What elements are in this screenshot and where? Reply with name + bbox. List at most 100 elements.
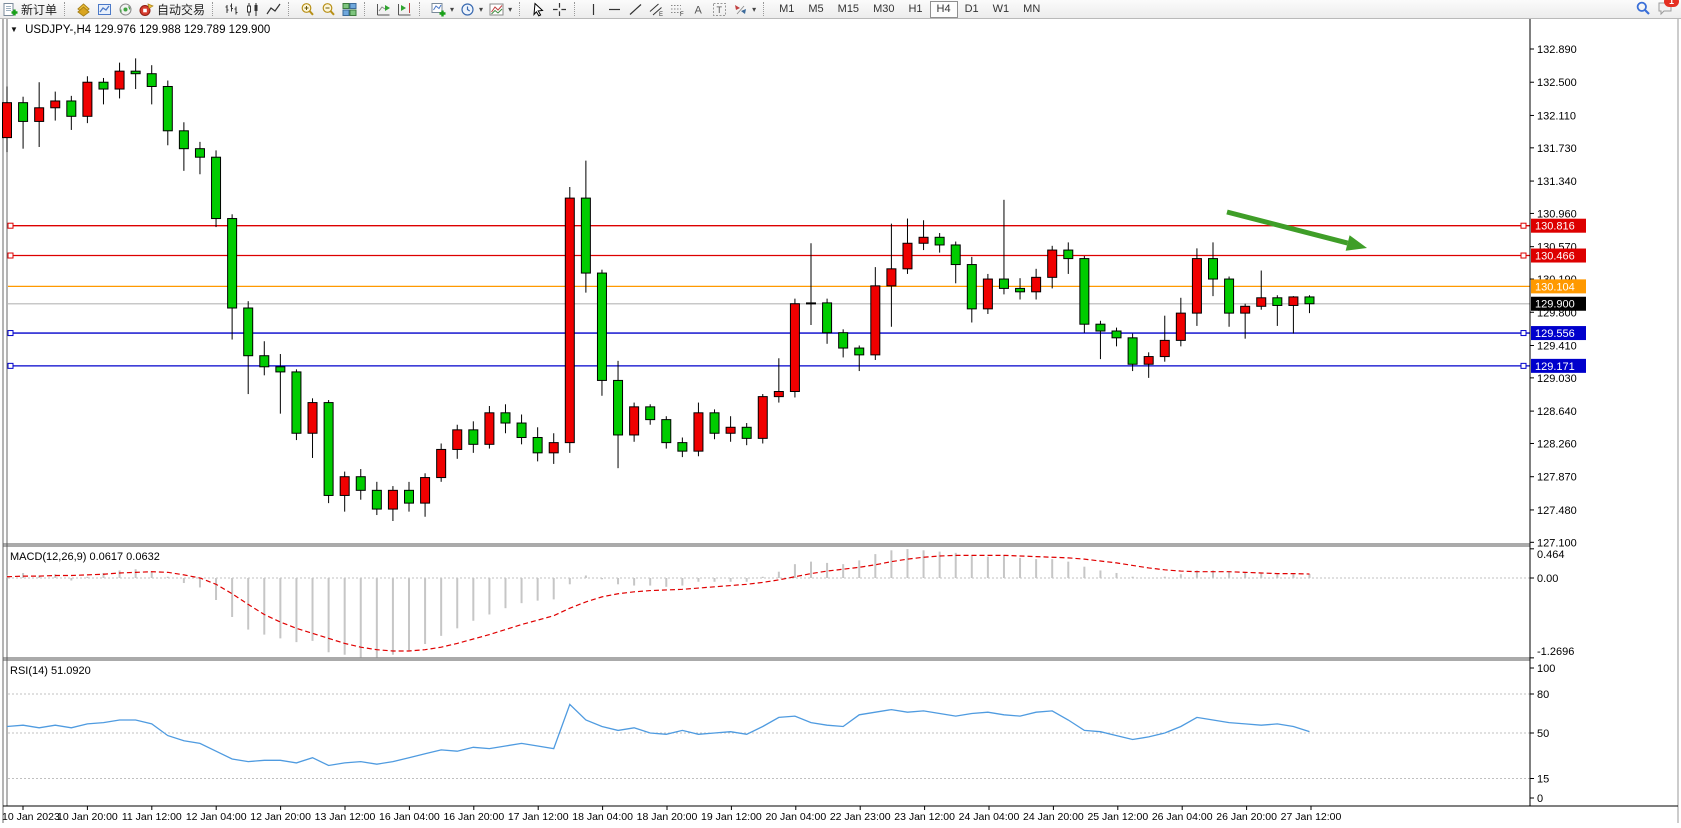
rsi-label: RSI(14) 51.0920 (10, 665, 91, 677)
timeframe-group: M1M5M15M30H1H4D1W1MN (772, 1, 1047, 18)
template-button[interactable]: ▾ (486, 1, 515, 18)
svg-text:10 Jan 20:00: 10 Jan 20:00 (57, 811, 118, 823)
svg-text:100: 100 (1537, 663, 1555, 675)
timeframe-button-w1[interactable]: W1 (986, 1, 1017, 18)
fibonacci-tool-button[interactable]: F (667, 1, 688, 18)
text-icon: A (691, 2, 706, 17)
svg-text:20 Jan 04:00: 20 Jan 04:00 (765, 811, 826, 823)
text-label-icon: T (712, 2, 727, 17)
horizontal-line-tool-button[interactable] (604, 1, 625, 18)
timeframe-button-m5[interactable]: M5 (801, 1, 830, 18)
chevron-down-icon[interactable]: ▾ (450, 5, 454, 14)
auto-scroll-icon (376, 2, 391, 17)
candlestick-chart-icon (245, 2, 260, 17)
cursor-tool-button[interactable] (528, 1, 549, 18)
svg-text:0.464: 0.464 (1537, 549, 1565, 561)
separator (419, 2, 424, 16)
svg-text:127.480: 127.480 (1537, 505, 1577, 517)
zoom-out-button[interactable] (318, 1, 339, 18)
line-chart-icon (266, 2, 281, 17)
separator (364, 2, 369, 16)
price-badge: 130.466 (1531, 249, 1586, 263)
svg-text:127.870: 127.870 (1537, 472, 1577, 484)
chart-title-overlay[interactable]: ▼ USDJPY-,H4 129.976 129.988 129.789 129… (10, 24, 270, 36)
svg-text:-1.2696: -1.2696 (1537, 646, 1574, 658)
svg-text:A: A (695, 4, 703, 16)
svg-text:127.100: 127.100 (1537, 537, 1577, 549)
trendline-tool-button[interactable] (625, 1, 646, 18)
svg-text:18 Jan 20:00: 18 Jan 20:00 (637, 811, 698, 823)
svg-text:23 Jan 12:00: 23 Jan 12:00 (894, 811, 955, 823)
navigator-icon (118, 2, 133, 17)
navigator-button[interactable] (115, 1, 136, 18)
price-badge: 129.171 (1531, 359, 1586, 373)
new-order-button[interactable]: 新订单 (0, 1, 60, 18)
auto-trading-icon (139, 2, 154, 17)
price-badge: 129.556 (1531, 326, 1586, 340)
add-indicator-button[interactable]: ▾ (428, 1, 457, 18)
chevron-down-icon[interactable]: ▾ (752, 5, 756, 14)
search-icon[interactable] (1635, 0, 1651, 19)
period-clock-icon (460, 2, 475, 17)
svg-text:24 Jan 04:00: 24 Jan 04:00 (959, 811, 1020, 823)
svg-text:18 Jan 04:00: 18 Jan 04:00 (572, 811, 633, 823)
svg-text:132.500: 132.500 (1537, 77, 1577, 89)
tile-windows-button[interactable] (339, 1, 360, 18)
fibonacci-icon: F (670, 2, 685, 17)
timeframe-button-h4[interactable]: H4 (930, 1, 958, 18)
timeframe-button-m15[interactable]: M15 (831, 1, 866, 18)
text-tool-button[interactable]: A (688, 1, 709, 18)
candlestick-chart-button[interactable] (242, 1, 263, 18)
timeframe-button-h1[interactable]: H1 (901, 1, 929, 18)
svg-text:130.816: 130.816 (1535, 221, 1575, 233)
period-button[interactable]: ▾ (457, 1, 486, 18)
arrows-tool-button[interactable]: ▾ (730, 1, 759, 18)
svg-text:26 Jan 20:00: 26 Jan 20:00 (1216, 811, 1277, 823)
separator (212, 2, 217, 16)
auto-trading-label: 自动交易 (157, 1, 205, 18)
timeframe-button-d1[interactable]: D1 (958, 1, 986, 18)
zoom-in-button[interactable] (297, 1, 318, 18)
channel-tool-button[interactable]: E (646, 1, 667, 18)
data-window-button[interactable] (94, 1, 115, 18)
svg-text:131.340: 131.340 (1537, 176, 1577, 188)
market-watch-icon (76, 2, 91, 17)
channel-icon: E (649, 2, 664, 17)
svg-text:22 Jan 23:00: 22 Jan 23:00 (830, 811, 891, 823)
main-toolbar: 新订单 自动交易 ▾ ▾ ▾ E F A T ▾ M1M5M15M30H1H4D… (0, 0, 1681, 19)
tile-windows-icon (342, 2, 357, 17)
chart-shift-button[interactable] (394, 1, 415, 18)
chevron-down-icon[interactable]: ▾ (508, 5, 512, 14)
svg-text:17 Jan 12:00: 17 Jan 12:00 (508, 811, 569, 823)
crosshair-tool-button[interactable] (549, 1, 570, 18)
collapse-triangle-icon[interactable]: ▼ (10, 25, 18, 34)
timeframe-button-m30[interactable]: M30 (866, 1, 901, 18)
bar-chart-icon (224, 2, 239, 17)
chevron-down-icon[interactable]: ▾ (479, 5, 483, 14)
separator (574, 2, 579, 16)
svg-text:128.260: 128.260 (1537, 438, 1577, 450)
price-badge: 129.900 (1531, 297, 1586, 311)
horizontal-line-icon (607, 2, 622, 17)
separator (763, 2, 768, 16)
bar-chart-button[interactable] (221, 1, 242, 18)
zoom-in-icon (300, 2, 315, 17)
auto-trading-button[interactable]: 自动交易 (136, 1, 208, 18)
vertical-line-tool-button[interactable] (583, 1, 604, 18)
svg-text:T: T (717, 5, 723, 15)
notifications-button[interactable]: 1 (1657, 0, 1673, 19)
svg-text:129.030: 129.030 (1537, 373, 1577, 385)
auto-scroll-button[interactable] (373, 1, 394, 18)
timeframe-button-m1[interactable]: M1 (772, 1, 801, 18)
timeframe-button-mn[interactable]: MN (1016, 1, 1047, 18)
line-chart-button[interactable] (263, 1, 284, 18)
svg-text:11 Jan 12:00: 11 Jan 12:00 (122, 811, 182, 823)
chart-symbol-period: USDJPY-,H4 (25, 24, 91, 36)
svg-text:132.110: 132.110 (1537, 110, 1576, 122)
separator (288, 2, 293, 16)
svg-text:130.104: 130.104 (1535, 281, 1575, 293)
text-label-tool-button[interactable]: T (709, 1, 730, 18)
chart-canvas[interactable]: MACD(12,26,9) 0.0617 0.0632RSI(14) 51.09… (0, 0, 1681, 828)
svg-text:13 Jan 12:00: 13 Jan 12:00 (315, 811, 376, 823)
market-watch-button[interactable] (73, 1, 94, 18)
